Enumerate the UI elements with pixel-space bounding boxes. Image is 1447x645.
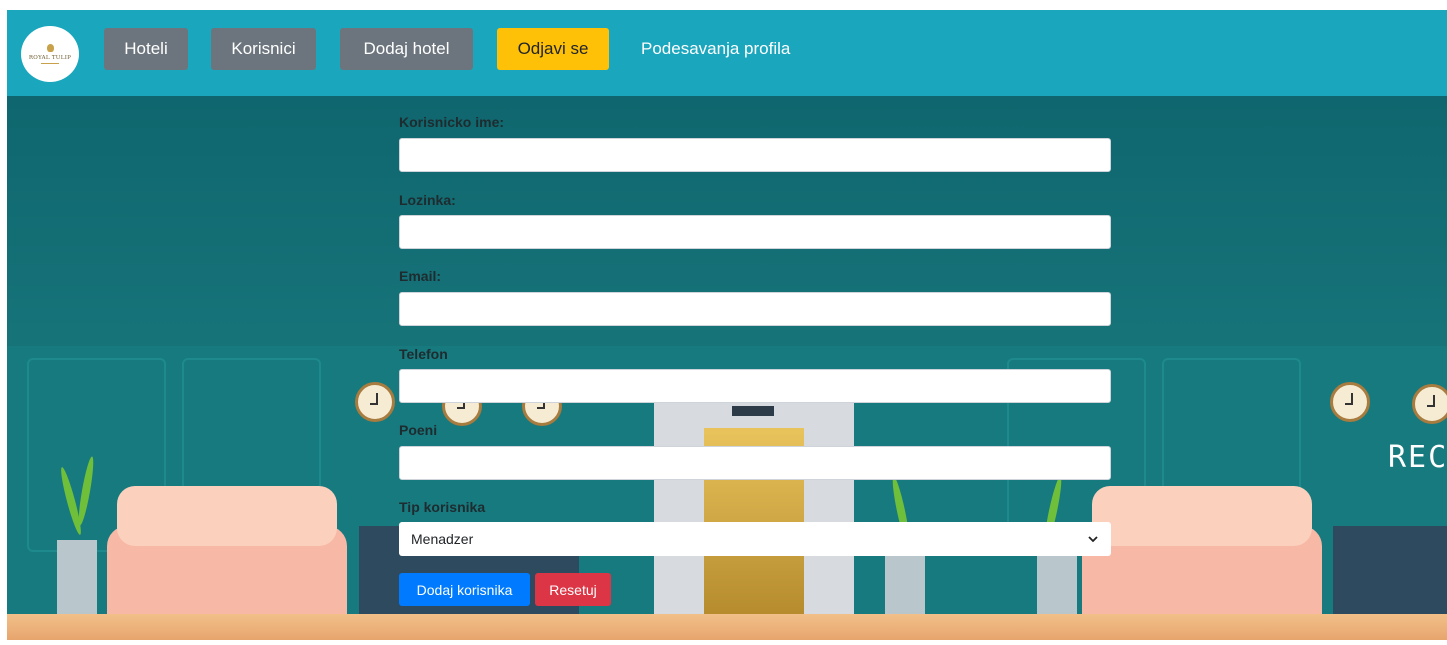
sofa (107, 486, 347, 622)
points-input[interactable] (399, 446, 1111, 480)
user-type-selected-value: Menadzer (411, 531, 474, 547)
floor (7, 614, 1447, 640)
reset-button[interactable]: Resetuj (535, 573, 611, 606)
nav-odjavi-se-button[interactable]: Odjavi se (497, 28, 609, 70)
nav-hoteli-button[interactable]: Hoteli (104, 28, 188, 70)
email-input[interactable] (399, 292, 1111, 326)
user-type-label: Tip korisnika (399, 499, 486, 515)
sofa (1082, 486, 1322, 622)
phone-input[interactable] (399, 369, 1111, 403)
app-frame: ROYAL TULIP Hoteli Korisnici Dodaj hotel… (7, 10, 1447, 640)
password-label: Lozinka: (399, 192, 456, 208)
navbar: ROYAL TULIP Hoteli Korisnici Dodaj hotel… (7, 10, 1447, 96)
elevator (654, 396, 854, 620)
points-label: Poeni (399, 422, 438, 438)
reception-desk (1333, 526, 1447, 620)
elevator-display (732, 406, 774, 416)
password-input[interactable] (399, 215, 1111, 249)
logo-underline (41, 63, 59, 64)
email-label: Email: (399, 268, 442, 284)
add-user-button[interactable]: Dodaj korisnika (399, 573, 530, 606)
clock-icon (1412, 384, 1447, 424)
royal-tulip-logo[interactable]: ROYAL TULIP (21, 26, 79, 82)
nav-korisnici-button[interactable]: Korisnici (211, 28, 316, 70)
nav-podesavanja-profila-link[interactable]: Podesavanja profila (641, 28, 811, 70)
user-type-select[interactable]: Menadzer (399, 522, 1111, 556)
username-label: Korisnicko ime: (399, 114, 505, 130)
reception-sign: RECEP (1388, 440, 1447, 475)
clock-icon (1330, 382, 1370, 422)
chevron-down-icon (1088, 536, 1098, 543)
phone-label: Telefon (399, 346, 448, 362)
clock-icon (355, 382, 395, 422)
hotel-lobby-background: RECEP (7, 96, 1447, 640)
tulip-icon (46, 44, 54, 52)
nav-dodaj-hotel-button[interactable]: Dodaj hotel (340, 28, 473, 70)
plant-pot (57, 540, 97, 614)
logo-text: ROYAL TULIP (28, 55, 72, 61)
username-input[interactable] (399, 138, 1111, 172)
